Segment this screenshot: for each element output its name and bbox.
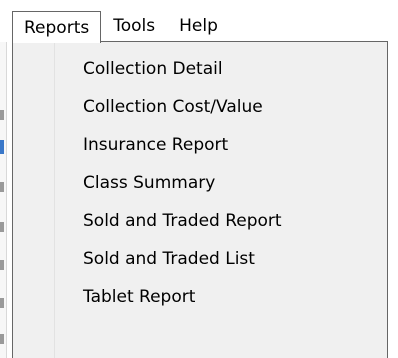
screen: Reports Tools Help Collection Detail Col… xyxy=(0,0,398,358)
menu-item-sold-and-traded-list[interactable]: Sold and Traded List xyxy=(13,240,387,278)
menu-item-class-summary[interactable]: Class Summary xyxy=(13,164,387,202)
background-tick xyxy=(0,110,4,120)
menu-item-label: Insurance Report xyxy=(83,135,229,155)
background-tick xyxy=(0,298,4,308)
menu-bar: Reports Tools Help xyxy=(12,11,388,43)
menu-item-tablet-report[interactable]: Tablet Report xyxy=(13,278,387,316)
menu-reports[interactable]: Reports xyxy=(12,11,102,43)
menu-item-label: Sold and Traded Report xyxy=(83,211,282,231)
menu-tools-label: Tools xyxy=(113,16,156,36)
background-tick xyxy=(0,222,4,232)
menu-item-collection-detail[interactable]: Collection Detail xyxy=(13,50,387,88)
background-window-edge xyxy=(0,42,7,358)
menu-item-collection-cost-value[interactable]: Collection Cost/Value xyxy=(13,88,387,126)
menu-help-label: Help xyxy=(179,16,218,36)
background-tick xyxy=(0,260,4,270)
reports-menu-list: Collection Detail Collection Cost/Value … xyxy=(13,50,387,316)
background-tick-selected xyxy=(0,140,4,154)
menu-item-label: Tablet Report xyxy=(83,287,196,307)
menu-help[interactable]: Help xyxy=(167,11,230,41)
menu-item-label: Collection Cost/Value xyxy=(83,97,263,117)
background-tick xyxy=(0,334,4,344)
menu-item-insurance-report[interactable]: Insurance Report xyxy=(13,126,387,164)
menu-item-label: Sold and Traded List xyxy=(83,249,255,269)
menu-item-label: Collection Detail xyxy=(83,59,223,79)
menu-item-sold-and-traded-report[interactable]: Sold and Traded Report xyxy=(13,202,387,240)
menu-item-label: Class Summary xyxy=(83,173,216,193)
menu-tools[interactable]: Tools xyxy=(101,11,167,41)
reports-dropdown: Collection Detail Collection Cost/Value … xyxy=(12,41,388,358)
menu-reports-label: Reports xyxy=(24,17,90,38)
background-tick xyxy=(0,182,4,192)
